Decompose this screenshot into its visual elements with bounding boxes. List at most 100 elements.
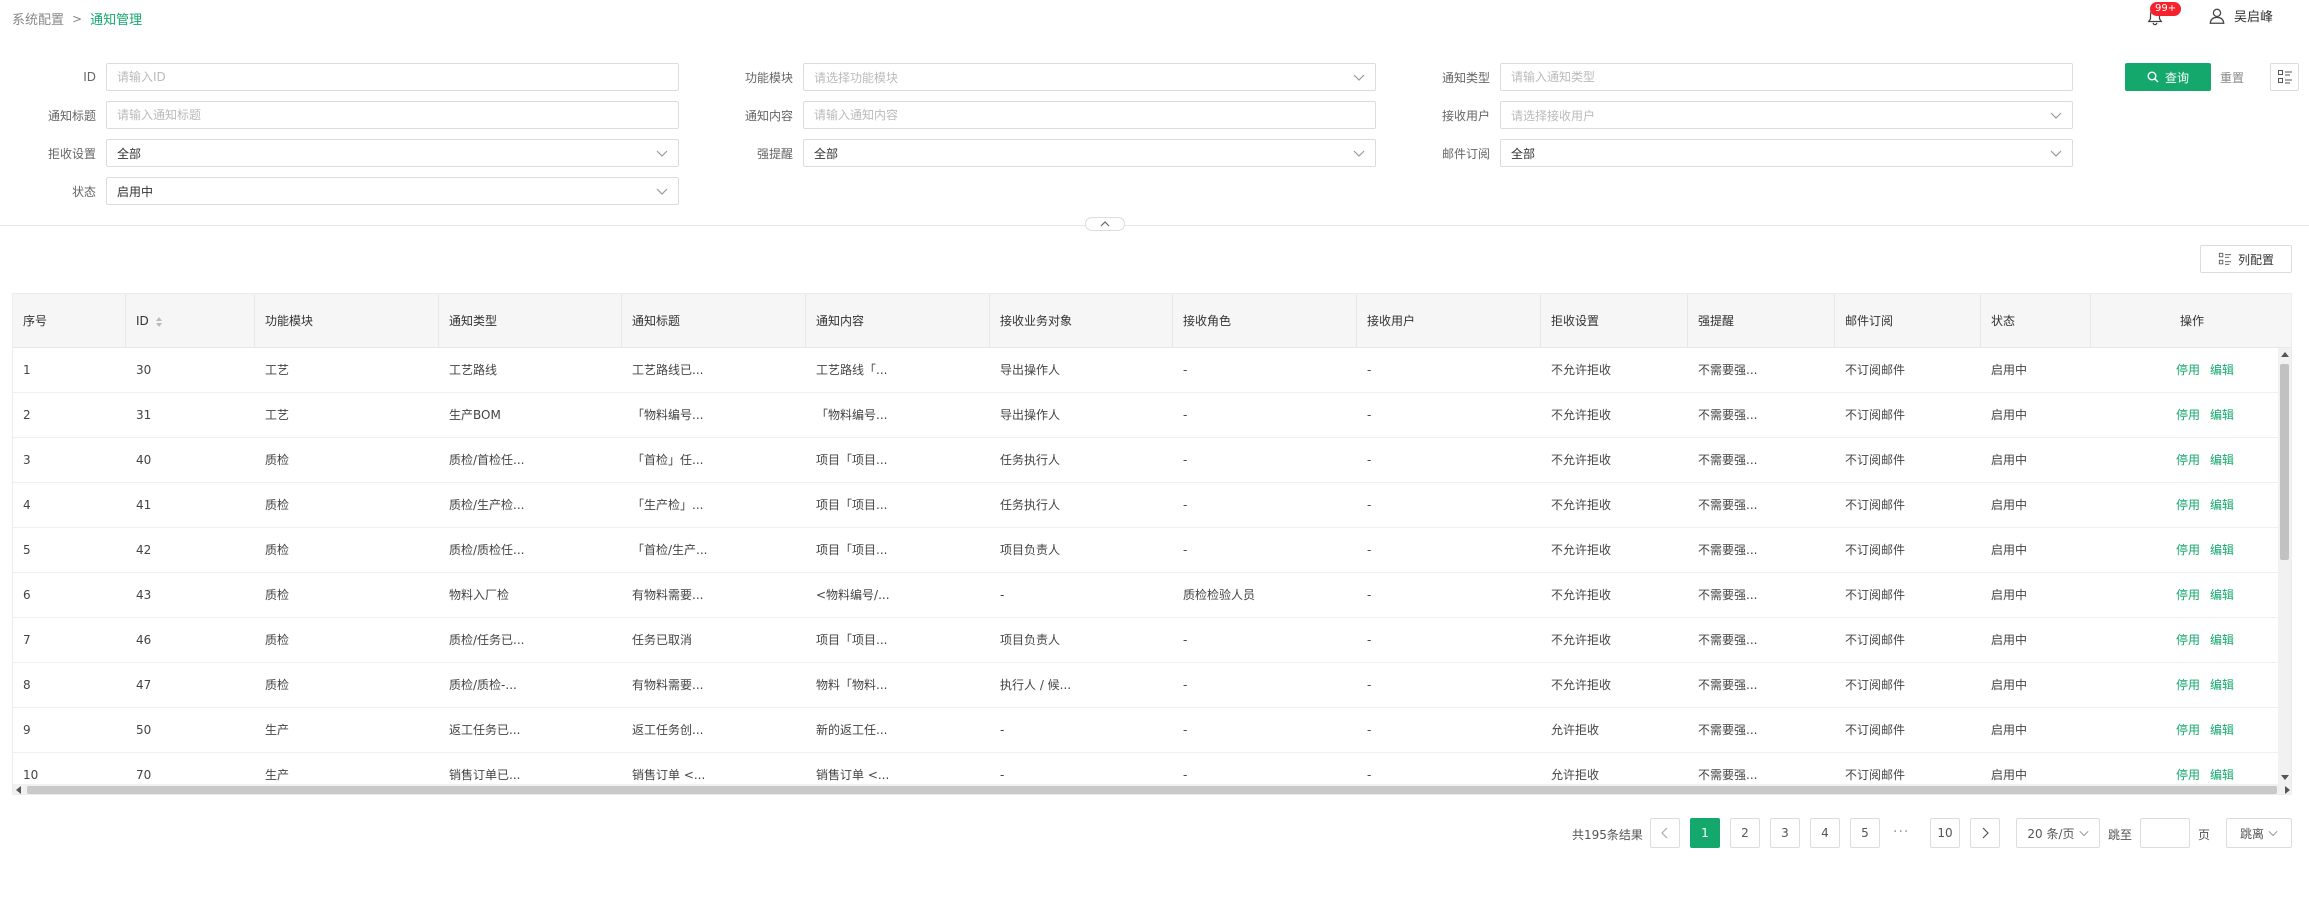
disable-button[interactable]: 停用 <box>2176 408 2200 422</box>
breadcrumb-parent[interactable]: 系统配置 <box>12 9 64 28</box>
edit-button[interactable]: 编辑 <box>2210 453 2234 467</box>
edit-button[interactable]: 编辑 <box>2210 678 2234 692</box>
filter-settings-button[interactable] <box>2270 63 2299 91</box>
disable-button[interactable]: 停用 <box>2176 768 2200 782</box>
col-header-user: 接收用户 <box>1357 294 1541 348</box>
vertical-scrollbar[interactable] <box>2278 348 2291 784</box>
disable-button[interactable]: 停用 <box>2176 678 2200 692</box>
page-button-last[interactable]: 10 <box>1930 818 1960 848</box>
cell-user: - <box>1367 633 1372 647</box>
user-menu[interactable]: 吴启峰 <box>2208 6 2273 25</box>
edit-button[interactable]: 编辑 <box>2210 768 2234 782</box>
cell-id: 42 <box>136 543 152 557</box>
col-header-title: 通知标题 <box>622 294 806 348</box>
cell-id: 47 <box>136 678 152 692</box>
disable-button[interactable]: 停用 <box>2176 543 2200 557</box>
mail-select[interactable]: 全部 <box>1500 139 2073 167</box>
page-button-1[interactable]: 1 <box>1690 818 1720 848</box>
cell-reject: 不允许拒收 <box>1551 588 1612 602</box>
edit-button[interactable]: 编辑 <box>2210 723 2234 737</box>
cell-mail: 不订阅邮件 <box>1845 633 1906 647</box>
scroll-right-icon[interactable] <box>2285 786 2290 794</box>
content-input[interactable] <box>814 108 1365 122</box>
collapse-filters-button[interactable] <box>1085 217 1125 231</box>
page-button-2[interactable]: 2 <box>1730 818 1760 848</box>
filter-type-field[interactable] <box>1500 63 2073 91</box>
edit-button[interactable]: 编辑 <box>2210 498 2234 512</box>
cell-role: - <box>1183 363 1188 377</box>
col-header-type: 通知类型 <box>439 294 622 348</box>
filter-reject-label: 拒收设置 <box>47 146 96 161</box>
jump-page-input[interactable] <box>2140 818 2190 848</box>
disable-button[interactable]: 停用 <box>2176 498 2200 512</box>
column-config-label: 列配置 <box>2237 252 2274 267</box>
cell-actions: 停用 编辑 <box>2166 708 2244 753</box>
cell-index: 5 <box>23 543 31 557</box>
disable-button[interactable]: 停用 <box>2176 633 2200 647</box>
cell-role: - <box>1183 723 1188 737</box>
id-input[interactable] <box>117 70 668 84</box>
table-row: 1 30 工艺 工艺路线 工艺路线已... 工艺路线「... 导出操作人 - - 不允许拒收 不需要… <box>13 348 2278 393</box>
query-button[interactable]: 查询 <box>2125 63 2211 91</box>
cell-strong: 不需要强... <box>1698 543 1758 557</box>
edit-button[interactable]: 编辑 <box>2210 363 2234 377</box>
cell-target: 项目负责人 <box>1000 633 1061 647</box>
vertical-scroll-thumb[interactable] <box>2280 364 2289 560</box>
scroll-down-icon[interactable] <box>2281 775 2289 780</box>
column-config-button[interactable]: 列配置 <box>2200 245 2292 273</box>
edit-button[interactable]: 编辑 <box>2210 633 2234 647</box>
next-page-button[interactable] <box>1970 818 2000 848</box>
prev-page-button[interactable] <box>1650 818 1680 848</box>
disable-button[interactable]: 停用 <box>2176 723 2200 737</box>
cell-id: 31 <box>136 408 152 422</box>
col-header-content: 通知内容 <box>806 294 990 348</box>
title-input[interactable] <box>117 108 668 122</box>
cell-index: 8 <box>23 678 31 692</box>
cell-module: 质检 <box>265 543 290 557</box>
page-button-5[interactable]: 5 <box>1850 818 1880 848</box>
cell-module: 质检 <box>265 678 290 692</box>
cell-target: 任务执行人 <box>1000 453 1061 467</box>
status-select[interactable]: 启用中 <box>106 177 679 205</box>
cell-strong: 不需要强... <box>1698 723 1758 737</box>
edit-button[interactable]: 编辑 <box>2210 588 2234 602</box>
type-input[interactable] <box>1511 70 2062 84</box>
edit-button[interactable]: 编辑 <box>2210 543 2234 557</box>
page-size-select[interactable]: 20 条/页 <box>2016 818 2100 848</box>
col-header-id[interactable]: ID <box>126 294 255 348</box>
table-row: 9 50 生产 返工任务已... 返工任务创... 新的返工任... - - - 允许拒收 不需要强… <box>13 708 2278 753</box>
col-header-id-label: ID <box>136 314 149 328</box>
page-button-3[interactable]: 3 <box>1770 818 1800 848</box>
disable-button[interactable]: 停用 <box>2176 453 2200 467</box>
scroll-up-icon[interactable] <box>2281 352 2289 357</box>
reset-button[interactable]: 重置 <box>2220 69 2244 86</box>
cell-content: 新的返工任... <box>816 723 888 737</box>
cell-user: - <box>1367 453 1372 467</box>
reject-select-value: 全部 <box>117 146 142 161</box>
receiver-select[interactable]: 请选择接收用户 <box>1500 101 2073 129</box>
module-select[interactable]: 请选择功能模块 <box>803 63 1376 91</box>
page-button-4[interactable]: 4 <box>1810 818 1840 848</box>
cell-title: 「物料编号... <box>632 408 704 422</box>
col-header-module: 功能模块 <box>255 294 439 348</box>
filter-content-field[interactable] <box>803 101 1376 129</box>
cell-role: - <box>1183 543 1188 557</box>
reject-select[interactable]: 全部 <box>106 139 679 167</box>
edit-button[interactable]: 编辑 <box>2210 408 2234 422</box>
cell-title: 「生产检」... <box>632 498 704 512</box>
horizontal-scroll-thumb[interactable] <box>27 786 2277 794</box>
table-row: 5 42 质检 质检/质检任... 「首检/生产... 项目「项目... 项目负责人 - - 不允… <box>13 528 2278 573</box>
scroll-left-icon[interactable] <box>16 786 21 794</box>
cell-index: 6 <box>23 588 31 602</box>
pagination-ellipsis[interactable]: ··· <box>1893 824 1909 840</box>
filter-title-field[interactable] <box>106 101 679 129</box>
filter-id-field[interactable] <box>106 63 679 91</box>
strong-select[interactable]: 全部 <box>803 139 1376 167</box>
notification-button[interactable]: 99+ <box>2146 2 2182 28</box>
disable-button[interactable]: 停用 <box>2176 363 2200 377</box>
table-row: 3 40 质检 质检/首检任... 「首检」任... 项目「项目... 任务执行人 - - 不允许… <box>13 438 2278 483</box>
jump-mode-select[interactable]: 跳离 <box>2226 818 2292 848</box>
disable-button[interactable]: 停用 <box>2176 588 2200 602</box>
cell-type: 销售订单已... <box>449 768 521 782</box>
horizontal-scrollbar[interactable] <box>13 784 2291 794</box>
